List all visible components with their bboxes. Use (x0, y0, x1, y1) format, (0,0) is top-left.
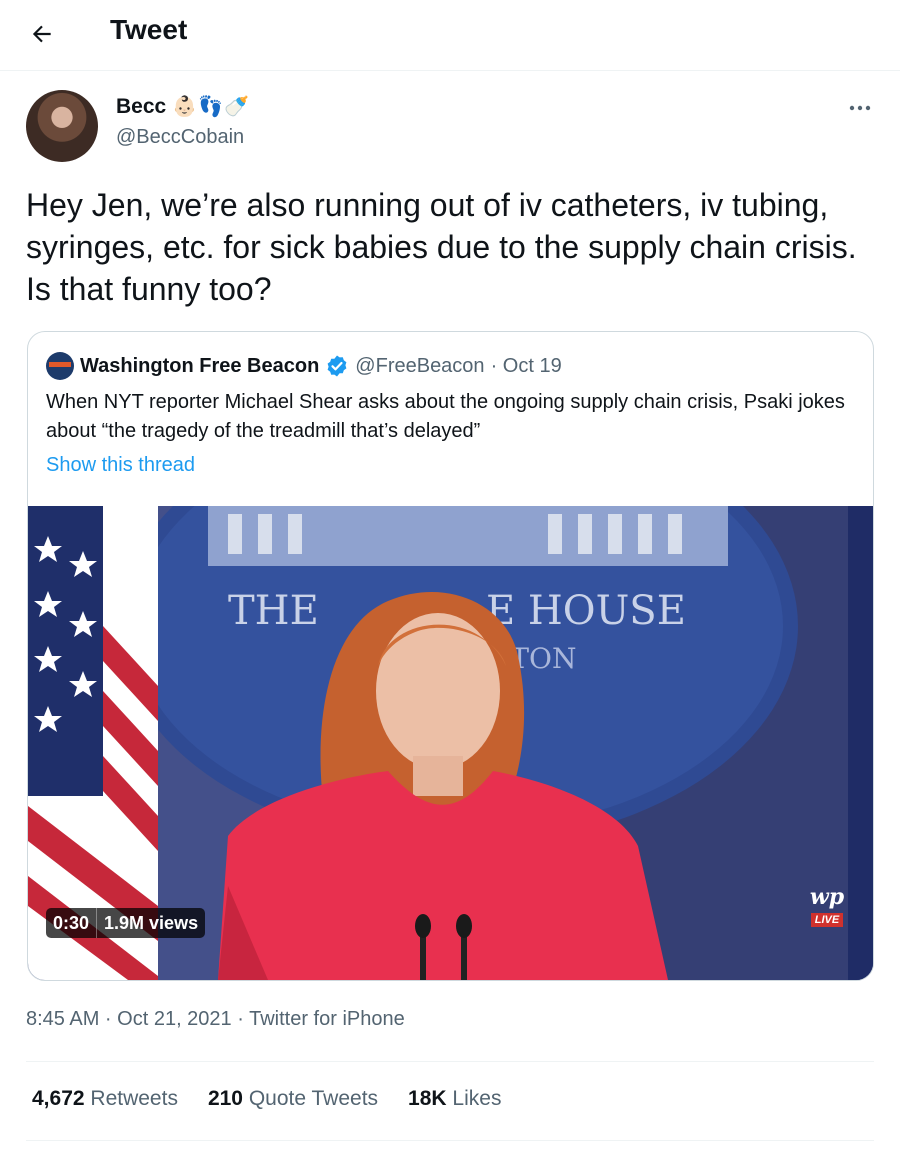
more-dots-icon (849, 105, 871, 111)
live-badge: LIVE (810, 913, 844, 927)
svg-text:THE: THE (228, 588, 319, 634)
author-name-emojis: 👶🏻👣🍼 (172, 96, 250, 118)
likes-label: Likes (452, 1087, 502, 1110)
video-player[interactable]: THE E HOUSE GTON 0:30 1.9M views wp LIVE (28, 506, 873, 980)
page-title: Tweet (110, 14, 188, 45)
quote-tweets-count: 210 (207, 1087, 243, 1110)
svg-text:E HOUSE: E HOUSE (486, 588, 686, 634)
video-views: 1.9M views (96, 908, 206, 938)
arrow-left-icon (32, 25, 51, 43)
video-duration: 0:30 (46, 908, 97, 938)
divider (26, 1140, 874, 1141)
quoted-author-handle[interactable]: @FreeBeacon (355, 355, 484, 378)
quoted-author-name[interactable]: Washington Free Beacon (80, 355, 319, 378)
quoted-tweet-date[interactable]: · Oct 19 (491, 355, 562, 378)
wp-logo-text: wp (809, 884, 845, 910)
author-handle[interactable]: @BeccCobain (116, 126, 244, 149)
author-avatar[interactable] (26, 90, 98, 162)
back-button[interactable] (26, 18, 58, 50)
author-name[interactable]: Becc (116, 95, 166, 119)
show-thread-link[interactable]: Show this thread (46, 454, 195, 477)
quoted-tweet-header: Washington Free Beacon @FreeBeacon · Oct… (46, 352, 562, 380)
quote-tweets-label: Quote Tweets (248, 1087, 379, 1110)
quote-tweets-stat[interactable]: 210 Quote Tweets (208, 1087, 378, 1111)
retweets-count: 4,672 (32, 1087, 85, 1110)
verified-badge-icon (327, 355, 347, 377)
engagement-stats: 4,672 Retweets 210 Quote Tweets 18K Like… (32, 1087, 501, 1111)
likes-count: 18K (408, 1087, 447, 1110)
top-bar: Tweet (0, 0, 900, 71)
quoted-tweet-card[interactable]: Washington Free Beacon @FreeBeacon · Oct… (27, 331, 874, 981)
washington-post-live-logo: wp LIVE (806, 884, 848, 936)
tweet-timestamp[interactable]: 8:45 AM · Oct 21, 2021 · (26, 1008, 249, 1030)
video-info-badge: 0:30 1.9M views (46, 908, 206, 938)
retweets-stat[interactable]: 4,672 Retweets (32, 1087, 178, 1111)
author-name-row: Becc 👶🏻👣🍼 (116, 94, 250, 119)
quoted-author-avatar[interactable] (46, 352, 74, 380)
divider (26, 1061, 874, 1062)
tweet-source[interactable]: Twitter for iPhone (249, 1008, 405, 1030)
tweet-metadata: 8:45 AM · Oct 21, 2021 · Twitter for iPh… (26, 1008, 405, 1031)
more-options-button[interactable] (842, 96, 878, 120)
retweets-label: Retweets (90, 1087, 178, 1110)
quoted-tweet-text: When NYT reporter Michael Shear asks abo… (46, 391, 845, 442)
likes-stat[interactable]: 18K Likes (408, 1087, 501, 1111)
tweet-text: Hey Jen, we’re also running out of iv ca… (26, 187, 857, 307)
